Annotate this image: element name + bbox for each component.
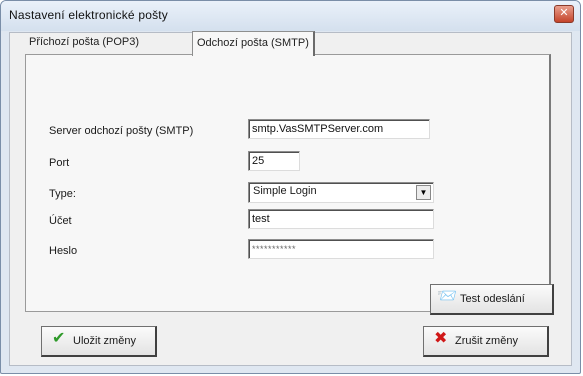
password-field[interactable]: ***********	[248, 239, 434, 259]
tab-incoming-pop3[interactable]: Příchozí pošta (POP3)	[25, 32, 143, 53]
envelope-send-icon: 📨	[437, 288, 457, 305]
type-select[interactable]: Simple Login ▼	[248, 182, 434, 203]
dialog-window: Nastavení elektronické pošty ✕ Příchozí …	[0, 0, 581, 374]
test-send-button[interactable]: 📨 Test odeslání	[430, 284, 554, 315]
type-label: Type:	[49, 188, 76, 200]
chevron-down-icon[interactable]: ▼	[416, 185, 431, 200]
account-label: Účet	[49, 215, 72, 227]
close-button[interactable]: ✕	[554, 5, 574, 23]
tab-outgoing-label: Odchozí pošta (SMTP)	[197, 37, 309, 49]
tab-outgoing-smtp[interactable]: Odchozí pošta (SMTP)	[192, 31, 315, 56]
cancel-button-label: Zrušit změny	[455, 335, 518, 347]
server-label: Server odchozí pošty (SMTP)	[49, 125, 194, 137]
port-field[interactable]: 25	[248, 151, 300, 171]
tab-incoming-label: Příchozí pošta (POP3)	[29, 36, 140, 48]
server-field[interactable]: smtp.VasSMTPServer.com	[248, 119, 430, 139]
close-icon: ✕	[559, 7, 569, 19]
save-button-label: Uložit změny	[73, 335, 136, 347]
test-send-label: Test odeslání	[460, 293, 525, 305]
cancel-button[interactable]: ✖ Zrušit změny	[423, 326, 549, 357]
window-title: Nastavení elektronické pošty	[9, 8, 169, 22]
check-icon: ✔	[52, 330, 66, 347]
port-label: Port	[49, 157, 70, 169]
type-select-value: Simple Login	[253, 185, 317, 197]
password-label: Heslo	[49, 245, 78, 257]
smtp-settings-panel: Server odchozí pošty (SMTP) smtp.VasSMTP…	[25, 54, 554, 315]
title-bar: Nastavení elektronické pošty ✕	[1, 1, 580, 31]
save-button[interactable]: ✔ Uložit změny	[41, 326, 157, 357]
account-field[interactable]: test	[248, 209, 434, 229]
cross-icon: ✖	[434, 330, 448, 347]
